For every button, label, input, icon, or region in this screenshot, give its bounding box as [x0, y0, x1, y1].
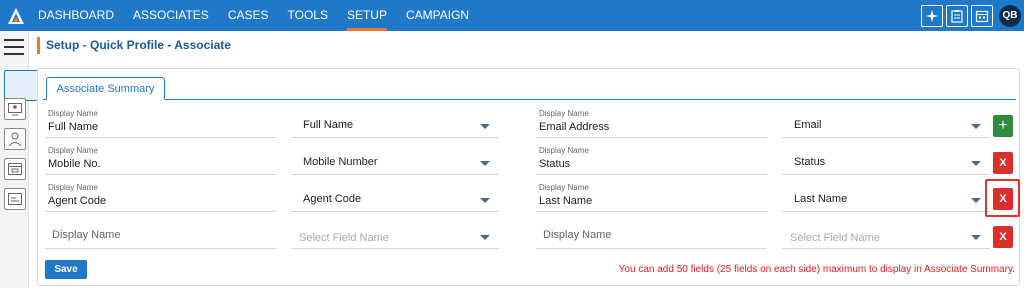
field-value: Last Name — [539, 195, 593, 207]
field-label: Display Name — [539, 109, 589, 118]
chevron-down-icon — [480, 235, 490, 240]
delete-row-button[interactable]: X — [993, 226, 1013, 248]
field-name-select[interactable]: Select Field Name — [291, 218, 499, 249]
chevron-down-icon — [971, 235, 981, 240]
field-label: Display Name — [48, 183, 98, 192]
sidebar-person-icon[interactable] — [4, 128, 26, 150]
field-value: Email Address — [539, 121, 610, 133]
field-value: Mobile No. — [48, 158, 101, 170]
page-title: Setup - Quick Profile - Associate — [37, 37, 231, 54]
nav-cases[interactable]: CASES — [228, 0, 269, 31]
select-value: Full Name — [303, 119, 354, 131]
add-row-button[interactable]: + — [993, 115, 1013, 137]
display-name-field[interactable]: Display Name Last Name — [536, 181, 767, 212]
sidebar-window-icon[interactable] — [4, 158, 26, 180]
clipboard-icon[interactable] — [946, 4, 968, 27]
display-name-field[interactable]: Display Name Status — [536, 144, 767, 175]
app-logo[interactable] — [0, 0, 31, 31]
chevron-down-icon — [971, 124, 981, 129]
nav-tools[interactable]: TOOLS — [288, 0, 328, 31]
chevron-down-icon — [971, 161, 981, 166]
select-value: Last Name — [794, 193, 848, 205]
field-name-select[interactable]: Status — [782, 144, 990, 175]
field-label: Display Name — [539, 183, 589, 192]
field-name-select[interactable]: Select Field Name — [782, 218, 990, 249]
user-avatar[interactable]: QB — [999, 4, 1021, 27]
field-name-select[interactable]: Full Name — [291, 107, 499, 138]
chevron-down-icon — [971, 198, 981, 203]
select-placeholder: Select Field Name — [299, 232, 389, 244]
nav-campaign[interactable]: CAMPAIGN — [406, 0, 469, 31]
field-value: Agent Code — [48, 195, 107, 207]
delete-row-button[interactable]: X — [993, 152, 1013, 174]
left-sidebar — [0, 31, 212, 288]
select-value: Email — [794, 119, 822, 131]
display-name-input[interactable]: Display Name — [536, 218, 767, 249]
display-name-placeholder: Display Name — [52, 229, 121, 241]
delete-row-button[interactable]: X — [993, 188, 1013, 210]
display-name-input[interactable]: Display Name — [45, 218, 276, 249]
field-limit-note: You can add 50 fields (25 fields on each… — [618, 264, 1015, 275]
chevron-down-icon — [480, 161, 490, 166]
display-name-field[interactable]: Display Name Email Address — [536, 107, 767, 138]
field-name-select[interactable]: Last Name — [782, 181, 990, 212]
field-value: Status — [539, 158, 571, 170]
display-name-field[interactable]: Display Name Full Name — [45, 107, 276, 138]
field-name-select[interactable]: Agent Code — [291, 181, 499, 212]
field-name-select[interactable]: Mobile Number — [291, 144, 499, 175]
tab-underline — [43, 99, 1016, 100]
chevron-down-icon — [480, 198, 490, 203]
select-value: Mobile Number — [303, 156, 378, 168]
sidebar-card-icon[interactable] — [4, 188, 26, 210]
field-value: Full Name — [48, 121, 99, 133]
tab-associate-summary[interactable]: Associate Summary — [46, 77, 165, 100]
nav-associates[interactable]: ASSOCIATES — [133, 0, 209, 31]
associate-summary-panel: Associate Summary Display Name Full Name… — [37, 68, 1020, 286]
field-label: Display Name — [539, 146, 589, 155]
save-button[interactable]: Save — [45, 260, 87, 279]
chevron-down-icon — [480, 124, 490, 129]
field-label: Display Name — [48, 146, 98, 155]
select-placeholder: Select Field Name — [790, 232, 880, 244]
field-label: Display Name — [48, 109, 98, 118]
field-name-select[interactable]: Email — [782, 107, 990, 138]
select-value: Agent Code — [303, 193, 362, 205]
display-name-field[interactable]: Display Name Mobile No. — [45, 144, 276, 175]
calendar-icon[interactable] — [971, 4, 993, 27]
sidebar-monitor-user-icon[interactable] — [4, 98, 26, 120]
display-name-field[interactable]: Display Name Agent Code — [45, 181, 276, 212]
sparkle-icon[interactable] — [921, 4, 943, 27]
top-navbar: DASHBOARD ASSOCIATES CASES TOOLS SETUP C… — [0, 0, 1024, 31]
nav-setup[interactable]: SETUP — [346, 0, 387, 31]
display-name-placeholder: Display Name — [543, 229, 612, 241]
select-value: Status — [794, 156, 826, 168]
hamburger-menu-icon[interactable] — [4, 39, 24, 55]
nav-dashboard[interactable]: DASHBOARD — [38, 0, 114, 31]
